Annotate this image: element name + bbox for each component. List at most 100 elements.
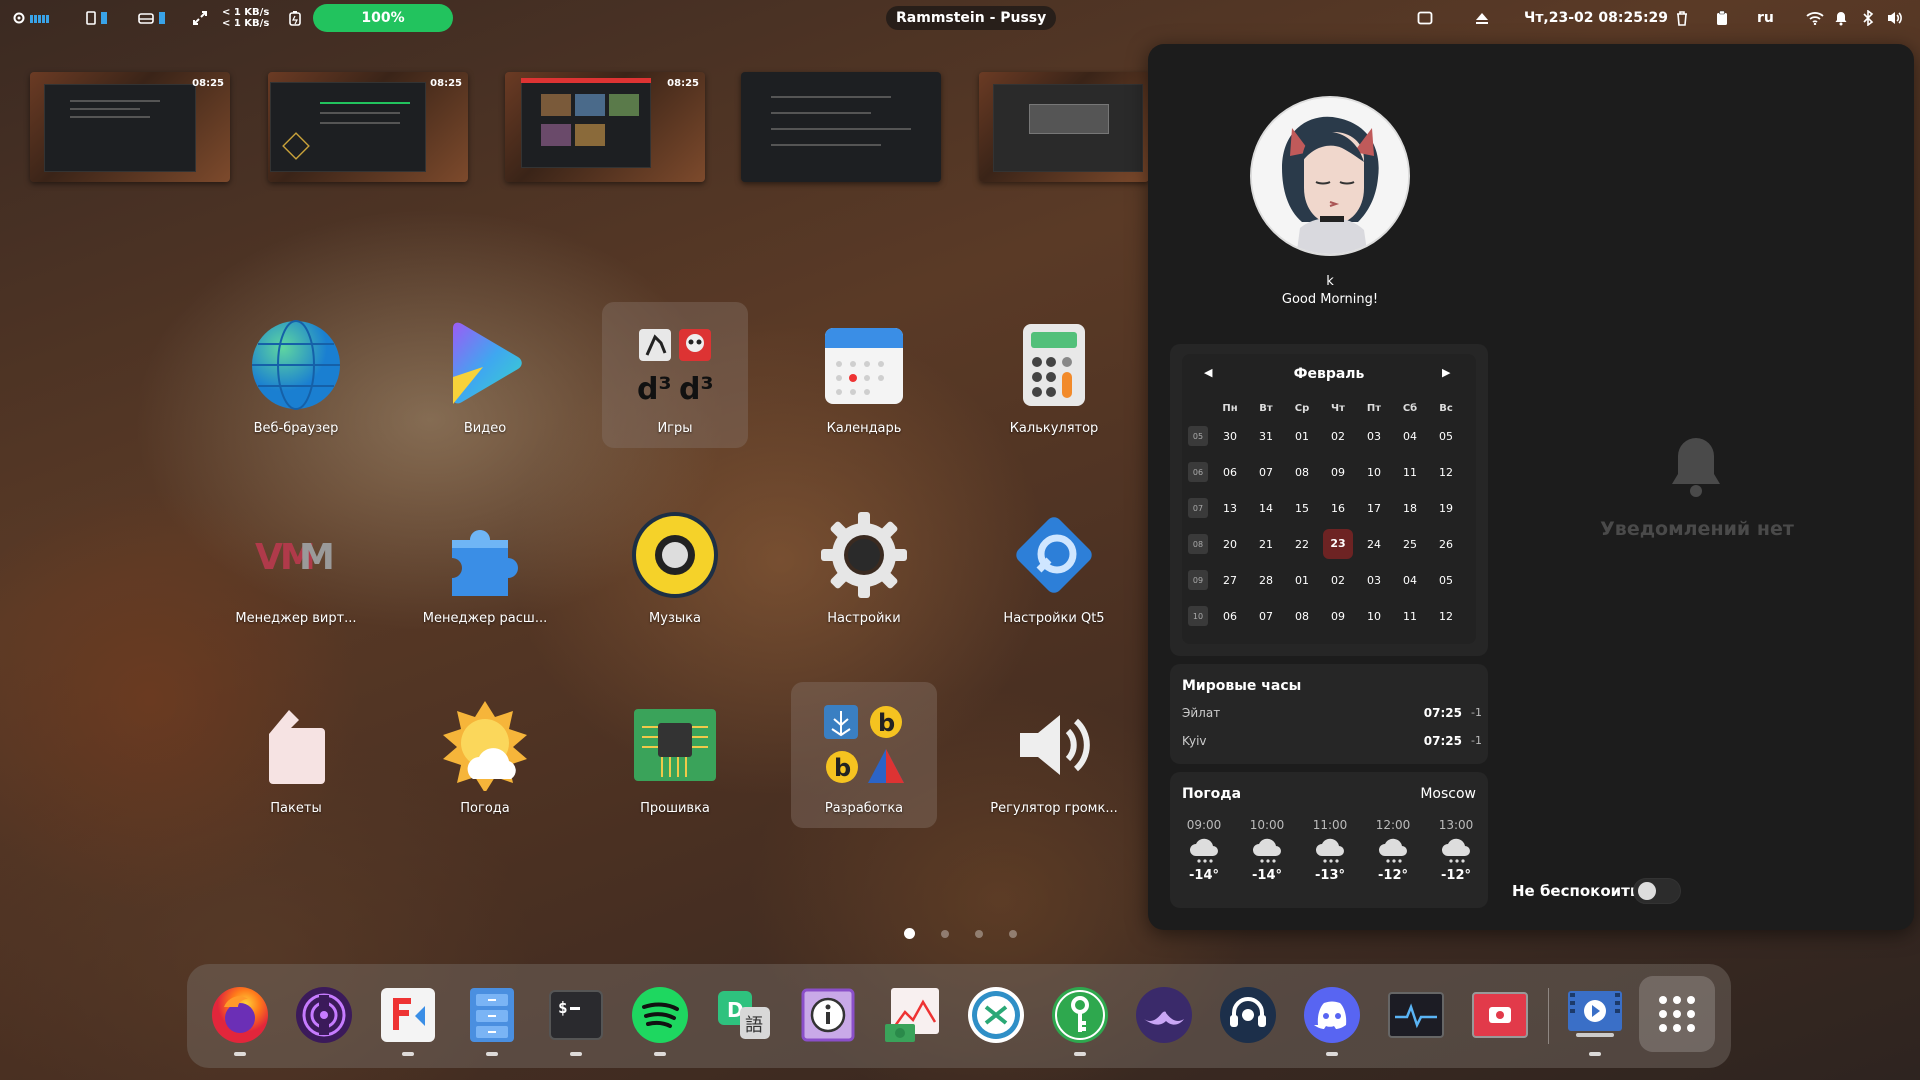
calendar-day[interactable]: 31 [1248, 430, 1284, 443]
app-packages[interactable]: Пакеты [223, 682, 369, 828]
window-thumbnail[interactable]: 08:25 [505, 72, 705, 182]
screen-recorder-icon[interactable] [1469, 984, 1531, 1046]
window-thumbnail[interactable]: 08:25 [268, 72, 468, 182]
calendar-day[interactable]: 10 [1356, 610, 1392, 623]
calendar-day[interactable]: 23 [1320, 529, 1356, 559]
app-grid-icon[interactable] [1639, 976, 1715, 1052]
app-extension-manager[interactable]: Менеджер расш... [412, 492, 558, 638]
wifi-icon[interactable] [1806, 0, 1824, 36]
next-month-button[interactable]: ▶ [1442, 366, 1450, 379]
app-qt5-settings[interactable]: Настройки Qt5 [981, 492, 1127, 638]
page-dot[interactable] [1009, 929, 1017, 938]
dialect-icon[interactable]: D語 [713, 984, 775, 1046]
video-editor-icon[interactable] [1564, 984, 1626, 1056]
spotify-icon[interactable] [629, 984, 691, 1056]
cpu-indicator[interactable] [12, 0, 49, 36]
calendar-day[interactable]: 13 [1212, 502, 1248, 515]
calendar-day[interactable]: 17 [1356, 502, 1392, 515]
clipboard-icon[interactable] [1715, 0, 1729, 36]
calendar-day[interactable]: 03 [1356, 574, 1392, 587]
info-icon[interactable] [797, 984, 859, 1046]
calendar-day[interactable]: 18 [1392, 502, 1428, 515]
calendar-day[interactable]: 28 [1248, 574, 1284, 587]
window-thumbnail[interactable]: 08:25 [30, 72, 230, 182]
window-icon[interactable] [1417, 0, 1433, 36]
weather-widget[interactable]: Погода Moscow 09:00 -14° 10:00 -14° 11:00 -13… [1170, 772, 1488, 908]
calendar-day[interactable]: 07 [1248, 610, 1284, 623]
calendar-day[interactable]: 26 [1428, 538, 1464, 551]
remote-desktop-icon[interactable] [965, 984, 1027, 1046]
file-manager-icon[interactable] [461, 984, 523, 1056]
calendar-day[interactable]: 08 [1284, 610, 1320, 623]
calendar-day[interactable]: 10 [1356, 466, 1392, 479]
app-virt-manager[interactable]: VM M Менеджер вирт... [223, 492, 369, 638]
calendar-day[interactable]: 20 [1212, 538, 1248, 551]
trash-icon[interactable] [1675, 0, 1689, 36]
app-volume-control[interactable]: Регулятор громк... [981, 682, 1127, 828]
calendar-day[interactable]: 11 [1392, 610, 1428, 623]
notification-bell-icon[interactable] [1834, 0, 1848, 36]
calendar-day[interactable]: 15 [1284, 502, 1320, 515]
keepass-icon[interactable] [1049, 984, 1111, 1056]
calendar-day[interactable]: 06 [1212, 610, 1248, 623]
calendar-day[interactable]: 06 [1212, 466, 1248, 479]
disk-indicator[interactable] [138, 0, 165, 36]
flathub-icon[interactable] [377, 984, 439, 1056]
calendar-day[interactable]: 25 [1392, 538, 1428, 551]
avatar[interactable] [1250, 96, 1410, 256]
calendar-day[interactable]: 09 [1320, 610, 1356, 623]
calendar-day[interactable]: 01 [1284, 430, 1320, 443]
firefox-icon[interactable] [209, 984, 271, 1056]
calendar-day[interactable]: 24 [1356, 538, 1392, 551]
world-clock-widget[interactable]: Мировые часы Эйлат 07:25 -1 Kyiv 07:25 -… [1170, 664, 1488, 764]
calendar-day[interactable]: 22 [1284, 538, 1320, 551]
page-dot[interactable] [904, 928, 915, 939]
app-calendar[interactable]: Календарь [791, 302, 937, 448]
eject-icon[interactable] [1474, 0, 1490, 36]
calendar-day[interactable]: 05 [1428, 430, 1464, 443]
calendar-day[interactable]: 04 [1392, 430, 1428, 443]
page-dot[interactable] [941, 929, 949, 938]
calendar-day[interactable]: 14 [1248, 502, 1284, 515]
app-settings[interactable]: Настройки [791, 492, 937, 638]
app-music[interactable]: Музыка [602, 492, 748, 638]
calendar-day[interactable]: 16 [1320, 502, 1356, 515]
discord-icon[interactable] [1301, 984, 1363, 1056]
app-calculator[interactable]: Калькулятор [981, 302, 1127, 448]
app-video[interactable]: Видео [412, 302, 558, 448]
system-monitor-icon[interactable] [1385, 984, 1447, 1046]
calendar-day[interactable]: 03 [1356, 430, 1392, 443]
calendar-day[interactable]: 05 [1428, 574, 1464, 587]
folder-development[interactable]: bb Разработка [791, 682, 937, 828]
calendar-day[interactable]: 27 [1212, 574, 1248, 587]
calendar-day[interactable]: 30 [1212, 430, 1248, 443]
memory-indicator[interactable] [86, 0, 107, 36]
calendar-day[interactable]: 01 [1284, 574, 1320, 587]
folder-games[interactable]: d³ d³ Игры [602, 302, 748, 448]
calendar-day[interactable]: 12 [1428, 466, 1464, 479]
tor-browser-icon[interactable] [293, 984, 355, 1046]
app-firmware[interactable]: Прошивка [602, 682, 748, 828]
bluetooth-icon[interactable] [1862, 0, 1874, 36]
window-thumbnail[interactable] [741, 72, 941, 182]
calendar-day[interactable]: 08 [1284, 466, 1320, 479]
keyboard-layout[interactable]: ru [1757, 0, 1774, 36]
expand-icon[interactable] [192, 0, 208, 36]
clock[interactable]: Чт,23-02 08:25:29 [1524, 0, 1668, 36]
calendar-day[interactable]: 09 [1320, 466, 1356, 479]
calendar-day[interactable]: 02 [1320, 430, 1356, 443]
media-indicator[interactable]: Rammstein - Pussy [886, 0, 1057, 36]
terminal-icon[interactable]: $ [545, 984, 607, 1056]
calendar-day[interactable]: 07 [1248, 466, 1284, 479]
volume-icon[interactable] [1886, 0, 1904, 36]
page-dot[interactable] [975, 929, 983, 938]
calendar-day[interactable]: 04 [1392, 574, 1428, 587]
mustache-icon[interactable] [1133, 984, 1195, 1046]
calendar-day[interactable]: 12 [1428, 610, 1464, 623]
window-thumbnail[interactable] [979, 72, 1149, 182]
app-weather[interactable]: Погода [412, 682, 558, 828]
calendar-day[interactable]: 19 [1428, 502, 1464, 515]
do-not-disturb-toggle[interactable] [1633, 878, 1681, 904]
battery-indicator[interactable]: 100% [313, 0, 453, 36]
app-web-browser[interactable]: Веб-браузер [223, 302, 369, 448]
